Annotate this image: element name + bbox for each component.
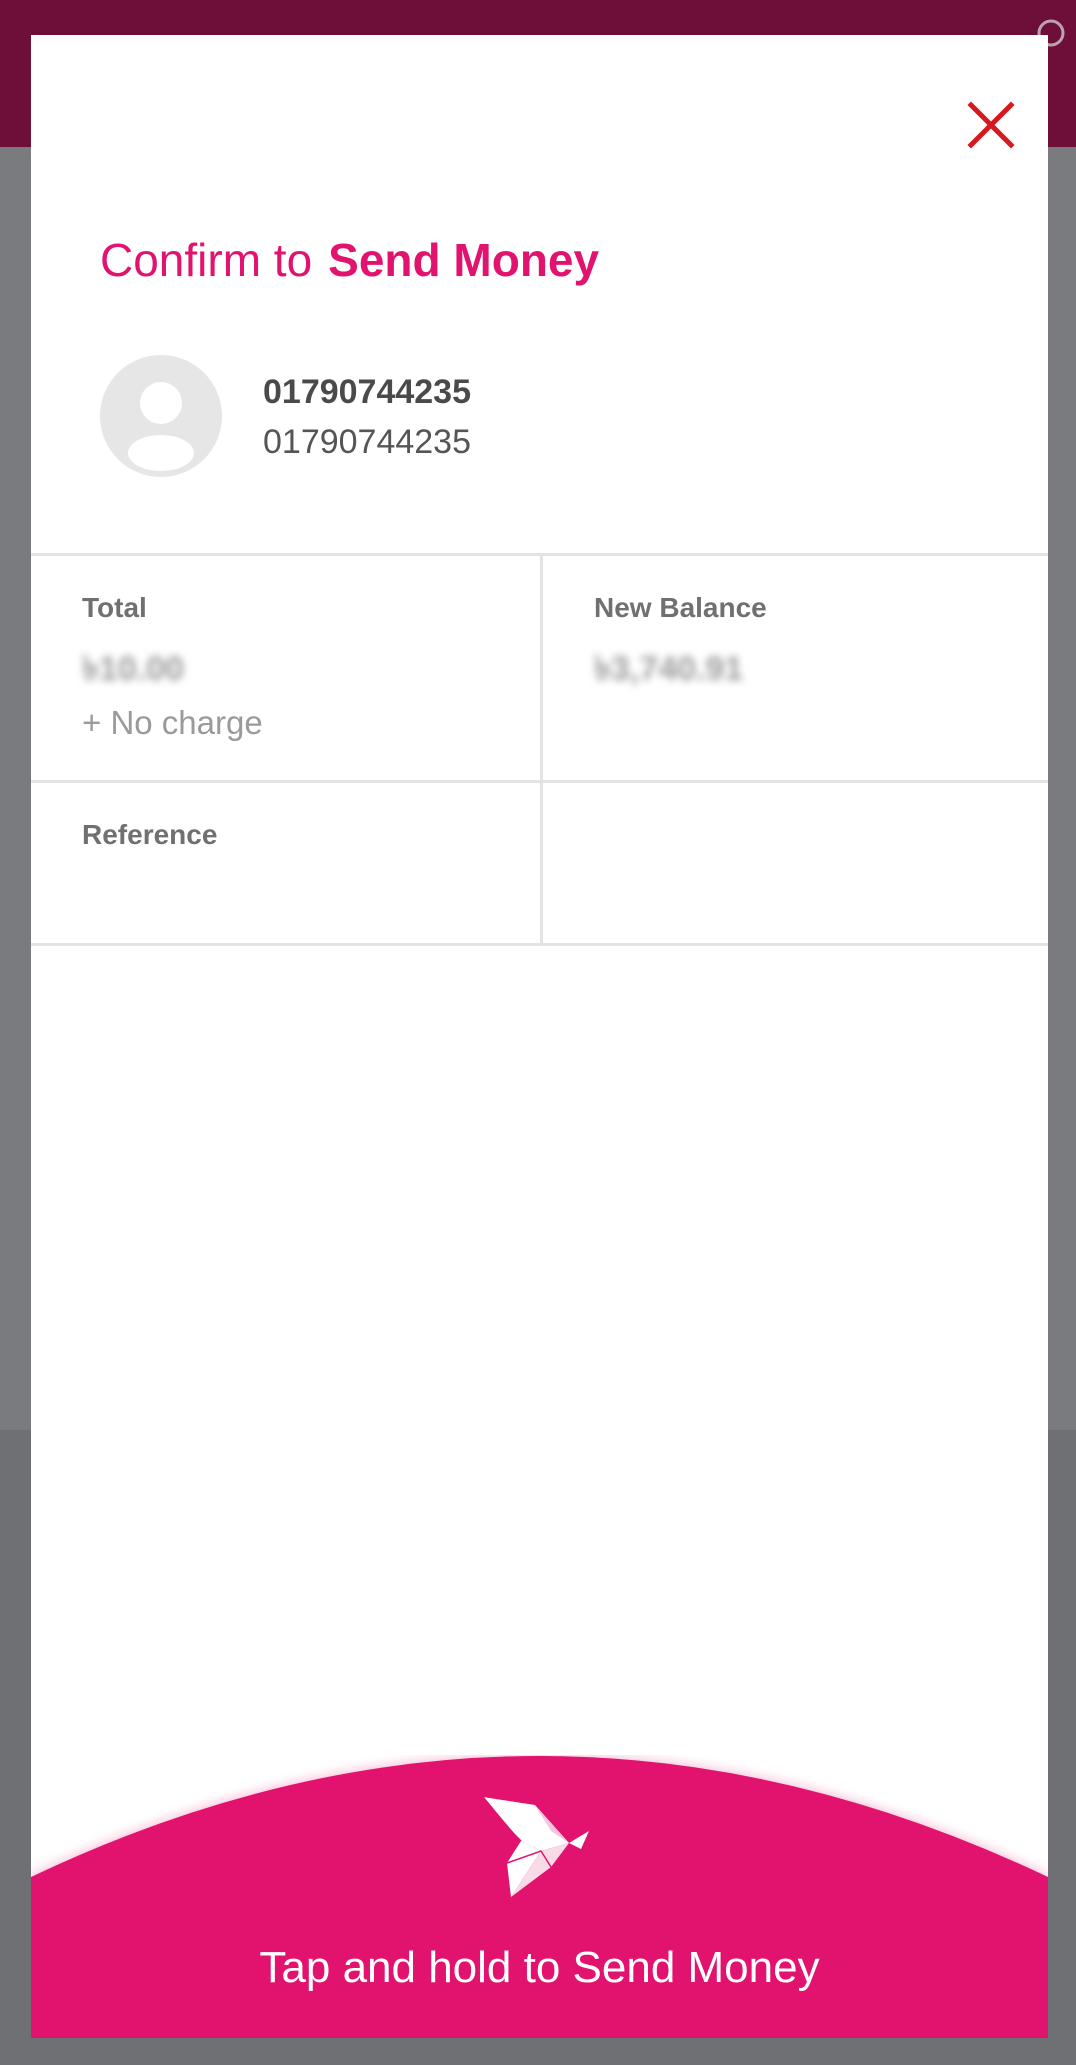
- recipient-name: 01790744235: [263, 373, 472, 411]
- reference-label: Reference: [82, 819, 218, 850]
- tap-and-hold-send-button[interactable]: Tap and hold to Send Money: [31, 1755, 1048, 2038]
- details-row: Total ৳10.00 + No charge New Balance ৳3,…: [31, 556, 1048, 783]
- empty-cell: [540, 783, 1048, 943]
- details-grid: Total ৳10.00 + No charge New Balance ৳3,…: [31, 553, 1048, 946]
- recipient-number: 01790744235: [263, 423, 472, 461]
- send-label: Tap and hold to Send Money: [259, 1943, 820, 1992]
- send-money-screen: Confirm to Send Money 01790744235 0179074…: [0, 0, 1076, 2065]
- avatar: [100, 355, 222, 477]
- person-avatar-icon: [128, 382, 194, 471]
- new-balance-cell: New Balance ৳3,740.91: [540, 556, 1048, 780]
- charge-note: + No charge: [82, 704, 263, 741]
- total-cell: Total ৳10.00 + No charge: [31, 556, 540, 780]
- title-prefix: Confirm to: [100, 234, 313, 286]
- close-button[interactable]: [956, 90, 1026, 160]
- details-row: Reference: [31, 783, 1048, 946]
- close-x-icon: [967, 101, 1015, 149]
- title-main: Send Money: [328, 234, 600, 286]
- reference-cell: Reference: [31, 783, 540, 943]
- total-label: Total: [82, 592, 147, 623]
- new-balance-value: ৳3,740.91: [594, 650, 744, 688]
- confirm-dialog: Confirm to Send Money 01790744235 0179074…: [31, 35, 1048, 2038]
- origami-bird-icon: [482, 1796, 589, 1897]
- new-balance-label: New Balance: [594, 592, 767, 623]
- total-value: ৳10.00: [82, 650, 185, 688]
- dialog-title: Confirm to Send Money: [100, 225, 599, 295]
